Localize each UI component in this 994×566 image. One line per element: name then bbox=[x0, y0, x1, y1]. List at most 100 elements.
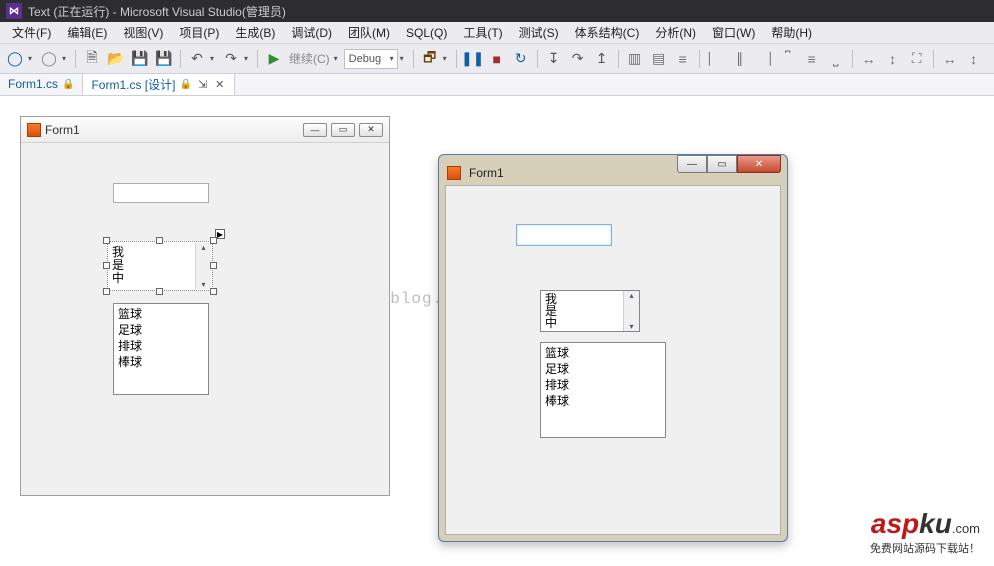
menu-test[interactable]: 测试(S) bbox=[511, 22, 567, 43]
menu-debug[interactable]: 调试(D) bbox=[283, 22, 340, 43]
list-item[interactable]: 排球 bbox=[118, 338, 204, 354]
menu-window[interactable]: 窗口(W) bbox=[704, 22, 763, 43]
maximize-button[interactable]: ▭ bbox=[331, 123, 355, 137]
step-over-button[interactable]: ↷ bbox=[567, 48, 589, 70]
align-center-button[interactable]: ∥ bbox=[729, 48, 751, 70]
resize-handle[interactable] bbox=[103, 237, 110, 244]
resize-handle[interactable] bbox=[210, 288, 217, 295]
menu-team[interactable]: 团队(M) bbox=[340, 22, 398, 43]
close-button[interactable]: ✕ bbox=[737, 155, 781, 173]
step-out-button[interactable]: ↥ bbox=[591, 48, 613, 70]
scrollbar[interactable]: ▴▾ bbox=[623, 291, 639, 331]
menu-edit[interactable]: 编辑(E) bbox=[59, 22, 115, 43]
step-into-button[interactable]: ↧ bbox=[543, 48, 565, 70]
scrollbar[interactable]: ▴▾ bbox=[195, 243, 211, 289]
redo-dropdown[interactable]: ▾ bbox=[244, 54, 252, 63]
redo-button[interactable]: ↷ bbox=[220, 48, 242, 70]
separator bbox=[618, 50, 619, 68]
resize-handle[interactable] bbox=[103, 262, 110, 269]
continue-dropdown[interactable]: ▾ bbox=[334, 54, 342, 63]
size-height-button[interactable]: ↕ bbox=[882, 48, 904, 70]
designer-body[interactable]: 我 是 中 ▴▾ ▶ 篮球 足球 排球 棒球 bbox=[21, 143, 389, 495]
listbox-control[interactable]: 篮球 足球 排球 棒球 bbox=[113, 303, 209, 395]
list-item[interactable]: 棒球 bbox=[545, 393, 661, 409]
undo-button[interactable]: ↶ bbox=[186, 48, 208, 70]
tab-form1-code[interactable]: Form1.cs 🔒 bbox=[0, 73, 82, 95]
stop-button[interactable]: ■ bbox=[486, 48, 508, 70]
align-middle-button[interactable]: ≡ bbox=[801, 48, 823, 70]
pause-button[interactable]: ❚❚ bbox=[462, 48, 484, 70]
nav-back-button[interactable]: ◯ bbox=[4, 48, 26, 70]
menu-build[interactable]: 生成(B) bbox=[227, 22, 283, 43]
logo-subtitle: 免费网站源码下载站！ bbox=[870, 540, 980, 556]
menu-view[interactable]: 视图(V) bbox=[115, 22, 171, 43]
separator bbox=[180, 50, 181, 68]
titlebar: ⋈ Text (正在运行) - Microsoft Visual Studio(… bbox=[0, 0, 994, 22]
nav-forward-dropdown[interactable]: ▾ bbox=[62, 54, 70, 63]
list-item[interactable]: 足球 bbox=[545, 361, 661, 377]
selected-control[interactable]: 我 是 中 ▴▾ ▶ bbox=[107, 241, 213, 291]
close-button[interactable]: ✕ bbox=[359, 123, 383, 137]
open-button[interactable]: 📂 bbox=[105, 48, 127, 70]
window-title: Text (正在运行) - Microsoft Visual Studio(管理… bbox=[28, 3, 286, 20]
runtime-body: 我 是 中 ▴▾ 篮球 足球 排球 棒球 bbox=[445, 185, 781, 535]
align-right-button[interactable]: ⎹ bbox=[753, 48, 775, 70]
vspace-button[interactable]: ↕ bbox=[963, 48, 985, 70]
minimize-button[interactable]: — bbox=[677, 155, 707, 173]
separator bbox=[933, 50, 934, 68]
size-width-button[interactable]: ↔ bbox=[858, 48, 880, 70]
new-item-button[interactable]: 🗎 bbox=[81, 48, 103, 70]
listbox[interactable]: 篮球 足球 排球 棒球 bbox=[540, 342, 666, 438]
textbox-input[interactable] bbox=[516, 224, 612, 246]
close-icon[interactable]: ✕ bbox=[213, 78, 226, 91]
menu-arch[interactable]: 体系结构(C) bbox=[567, 22, 648, 43]
pin-icon[interactable]: ⇲ bbox=[196, 78, 209, 91]
config-dropdown[interactable]: ▾ bbox=[400, 54, 408, 63]
designer-form[interactable]: Form1 — ▭ ✕ 我 是 中 ▴▾ ▶ bbox=[20, 116, 390, 496]
menu-file[interactable]: 文件(F) bbox=[4, 22, 59, 43]
size-both-button[interactable]: ⛶ bbox=[906, 48, 928, 70]
layout-button-1[interactable]: ▥ bbox=[624, 48, 646, 70]
menu-sql[interactable]: SQL(Q) bbox=[398, 24, 455, 42]
save-button[interactable]: 💾 bbox=[129, 48, 151, 70]
maximize-button[interactable]: ▭ bbox=[707, 155, 737, 173]
separator bbox=[699, 50, 700, 68]
list-item[interactable]: 篮球 bbox=[118, 306, 204, 322]
designer-titlebar: Form1 — ▭ ✕ bbox=[21, 117, 389, 143]
config-combo[interactable]: Debug bbox=[344, 49, 398, 69]
restart-button[interactable]: ↻ bbox=[510, 48, 532, 70]
list-item[interactable]: 足球 bbox=[118, 322, 204, 338]
resize-handle[interactable] bbox=[103, 288, 110, 295]
continue-button[interactable]: ▶ bbox=[263, 48, 285, 70]
align-bottom-button[interactable]: ⎵ bbox=[825, 48, 847, 70]
minimize-button[interactable]: — bbox=[303, 123, 327, 137]
continue-label[interactable]: 继续(C) bbox=[287, 50, 332, 67]
browser-dropdown[interactable]: ▾ bbox=[443, 54, 451, 63]
menu-analyze[interactable]: 分析(N) bbox=[647, 22, 704, 43]
list-item[interactable]: 篮球 bbox=[545, 345, 661, 361]
browser-button[interactable]: 🗗 bbox=[419, 48, 441, 70]
undo-dropdown[interactable]: ▾ bbox=[210, 54, 218, 63]
menu-help[interactable]: 帮助(H) bbox=[763, 22, 820, 43]
save-all-button[interactable]: 💾 bbox=[153, 48, 175, 70]
list-item[interactable]: 排球 bbox=[545, 377, 661, 393]
layout-button-3[interactable]: ≡ bbox=[672, 48, 694, 70]
runtime-window[interactable]: Form1 — ▭ ✕ 我 是 中 ▴▾ 篮球 足球 排球 棒球 bbox=[438, 154, 788, 542]
list-item[interactable]: 棒球 bbox=[118, 354, 204, 370]
hspace-button[interactable]: ↔ bbox=[939, 48, 961, 70]
textbox-multiline[interactable]: 我 是 中 ▴▾ bbox=[540, 290, 640, 332]
resize-handle[interactable] bbox=[210, 237, 217, 244]
resize-handle[interactable] bbox=[156, 288, 163, 295]
form-icon bbox=[27, 123, 41, 137]
menu-project[interactable]: 项目(P) bbox=[171, 22, 227, 43]
align-left-button[interactable]: ⎸ bbox=[705, 48, 727, 70]
tab-form1-designer[interactable]: Form1.cs [设计] 🔒 ⇲ ✕ bbox=[82, 73, 235, 95]
textbox-control[interactable] bbox=[113, 183, 209, 203]
align-top-button[interactable]: ⎴ bbox=[777, 48, 799, 70]
nav-back-dropdown[interactable]: ▾ bbox=[28, 54, 36, 63]
nav-forward-button[interactable]: ◯ bbox=[38, 48, 60, 70]
menu-tools[interactable]: 工具(T) bbox=[455, 22, 510, 43]
resize-handle[interactable] bbox=[156, 237, 163, 244]
layout-button-2[interactable]: ▤ bbox=[648, 48, 670, 70]
resize-handle[interactable] bbox=[210, 262, 217, 269]
